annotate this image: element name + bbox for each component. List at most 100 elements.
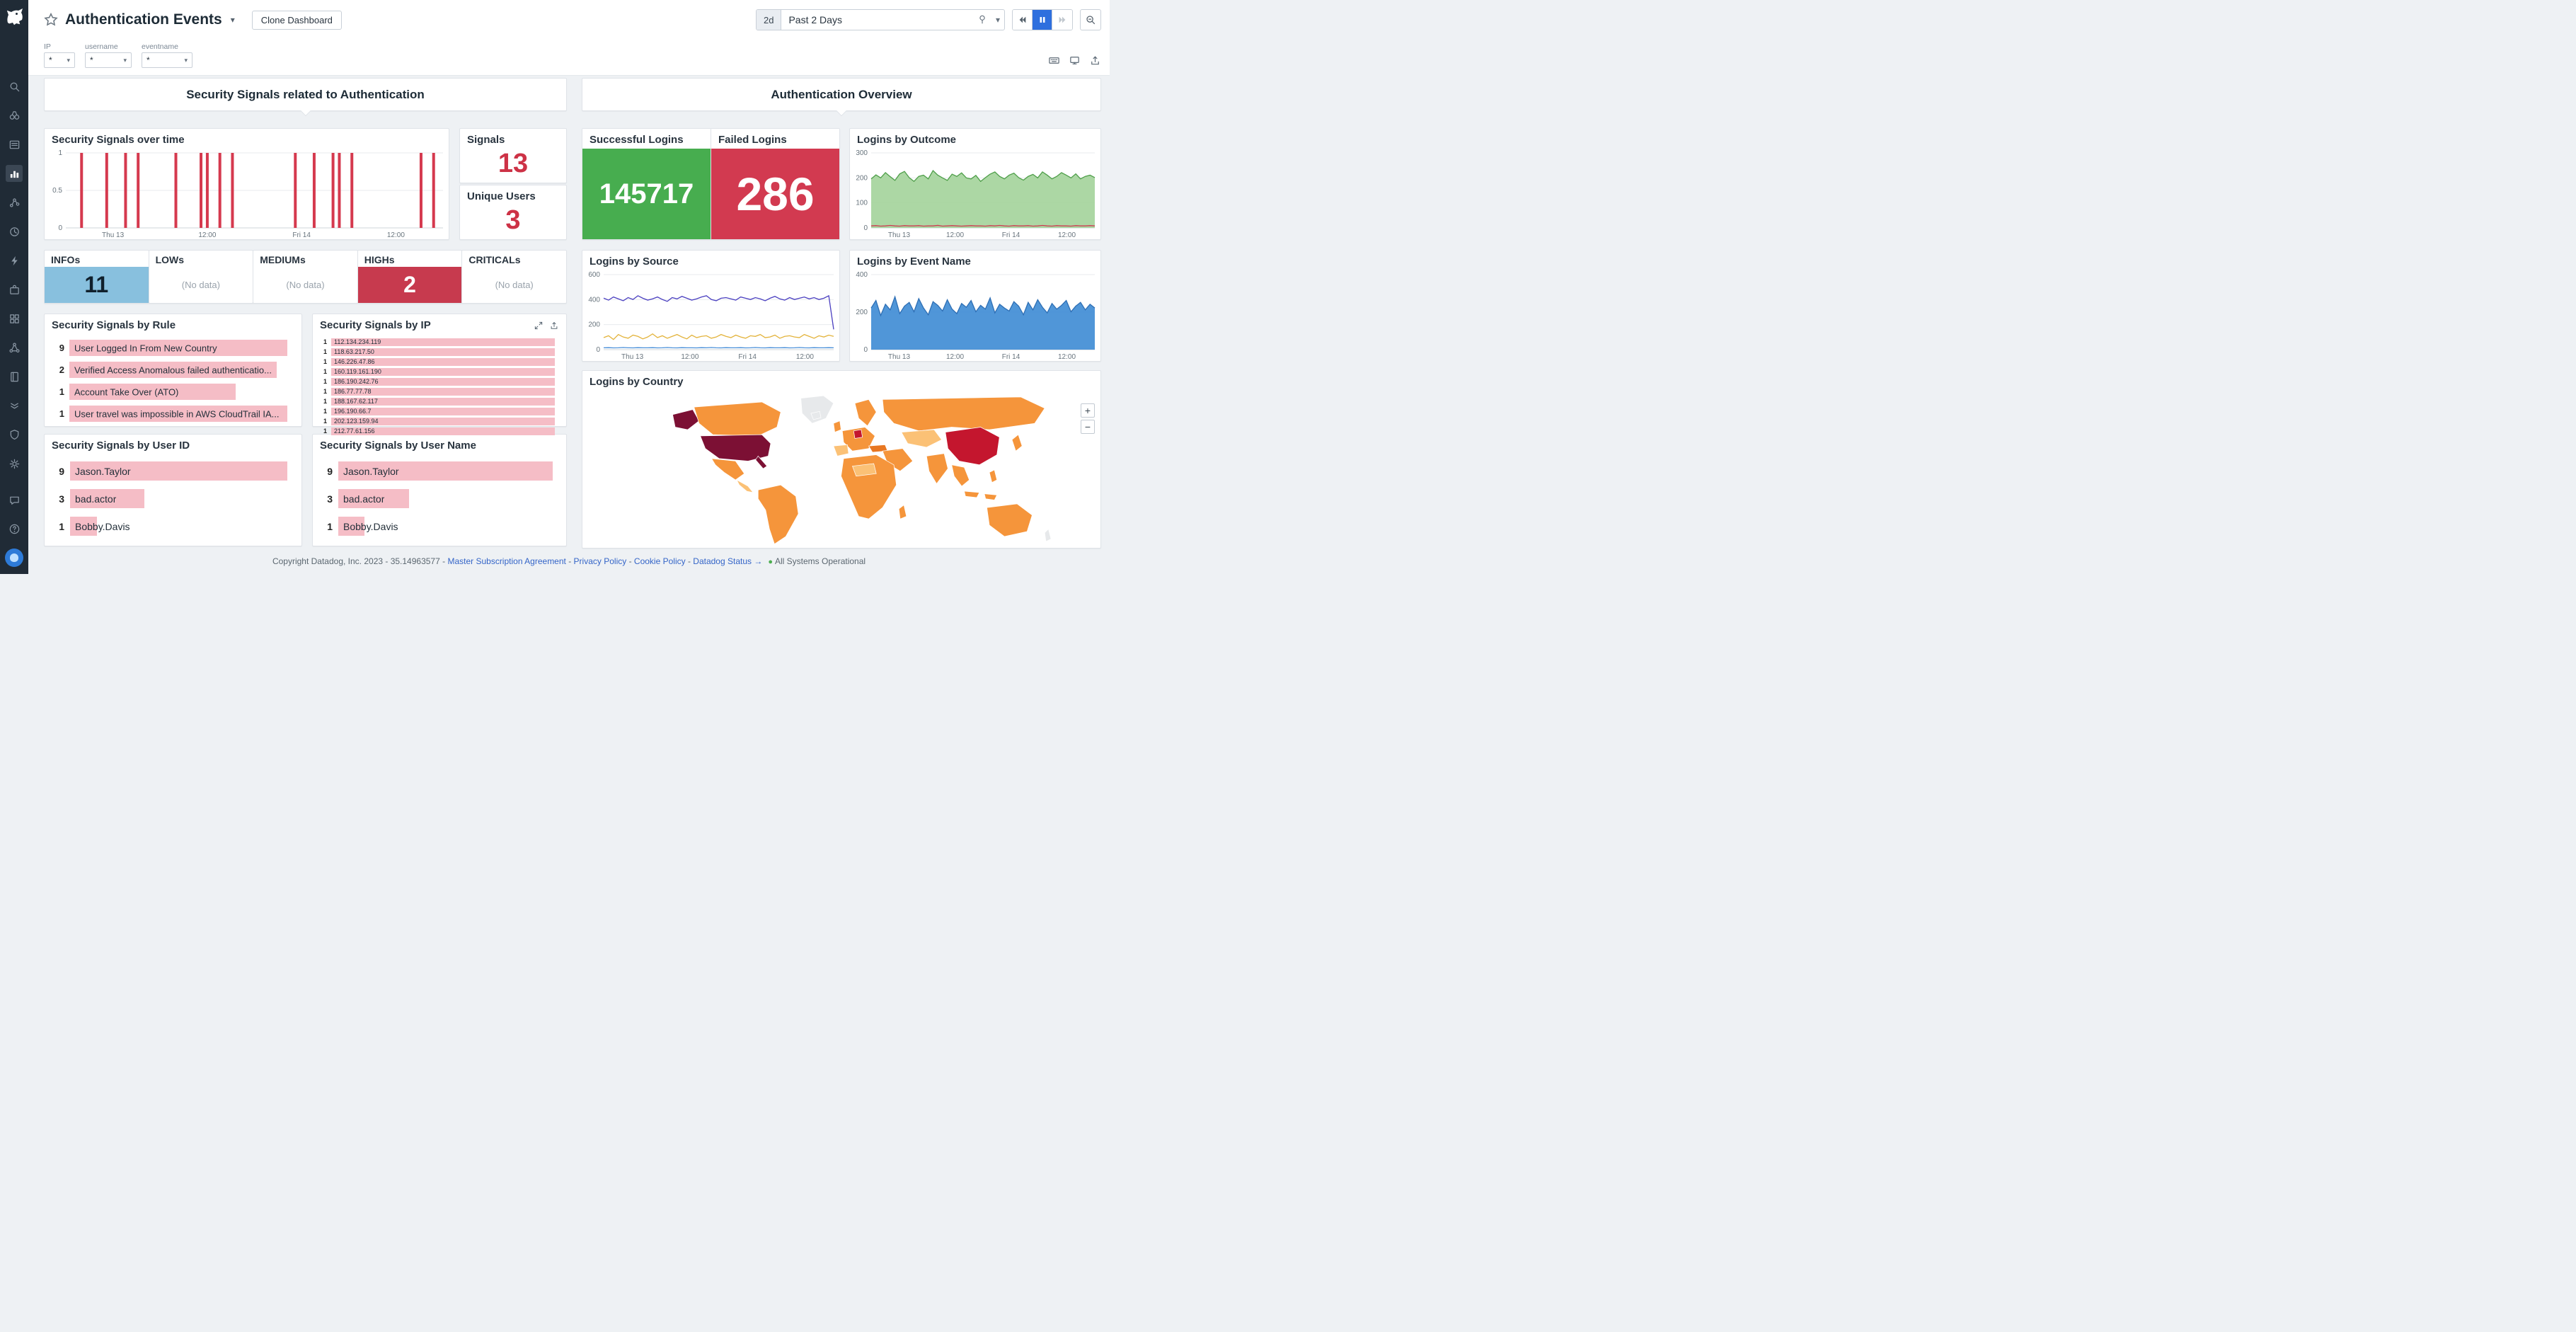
svg-text:200: 200	[588, 321, 600, 329]
tv-mode-icon[interactable]	[1069, 54, 1081, 67]
toplist-row[interactable]: 3bad.actor	[320, 489, 559, 508]
widget-successful-logins: Successful Logins 145717	[582, 128, 711, 240]
time-range-chip[interactable]: 2d	[757, 10, 781, 30]
signals-over-time-chart[interactable]: 00.51Thu 1312:00Fri 1412:00	[45, 149, 449, 239]
ci-icon[interactable]	[6, 397, 23, 414]
pin-timeframe-icon[interactable]	[973, 15, 991, 25]
fullscreen-icon[interactable]	[534, 321, 544, 331]
map-zoom-in-button[interactable]: +	[1081, 403, 1095, 418]
title-chevron-down-icon[interactable]: ▾	[229, 13, 236, 26]
forward-button[interactable]	[1052, 10, 1072, 30]
toplist-row[interactable]: 1Account Take Over (ATO)	[52, 384, 294, 400]
apm-icon[interactable]	[6, 194, 23, 211]
time-range-label[interactable]: Past 2 Days	[781, 14, 973, 25]
favorite-star-icon[interactable]	[44, 13, 58, 27]
country-indonesia-east[interactable]	[984, 494, 997, 500]
toplist-row[interactable]: 1118.63.217.50	[320, 348, 559, 356]
country-mexico[interactable]	[711, 459, 744, 480]
logins-by-outcome-chart[interactable]: 0100200300Thu 1312:00Fri 1412:00	[850, 149, 1100, 239]
footer-link-privacy[interactable]: Privacy Policy	[574, 556, 627, 566]
filter-ip-dropdown[interactable]: * ▾	[44, 52, 75, 68]
toplist-row[interactable]: 2Verified Access Anomalous failed authen…	[52, 362, 294, 378]
filter-ip-value: *	[49, 55, 52, 65]
toplist-row[interactable]: 1202.123.159.94	[320, 418, 559, 425]
footer-link-msa[interactable]: Master Subscription Agreement	[447, 556, 565, 566]
toplist-row[interactable]: 1160.119.161.190	[320, 368, 559, 376]
filter-eventname-dropdown[interactable]: * ▾	[142, 52, 192, 68]
monitors-icon[interactable]	[6, 223, 23, 240]
country-germany[interactable]	[853, 430, 862, 438]
country-china[interactable]	[945, 427, 999, 465]
country-africa-sahel[interactable]	[852, 464, 876, 476]
toplist-row[interactable]: 1186.190.242.76	[320, 378, 559, 386]
toplist-row[interactable]: 1212.77.61.156	[320, 427, 559, 435]
country-spain[interactable]	[833, 444, 848, 456]
country-alaska[interactable]	[672, 410, 698, 430]
network-icon[interactable]	[6, 339, 23, 356]
country-australia[interactable]	[987, 504, 1032, 536]
logs-icon[interactable]	[6, 136, 23, 153]
dashboards-icon[interactable]	[6, 310, 23, 327]
metrics-icon[interactable]	[6, 165, 23, 182]
country-madagascar[interactable]	[899, 505, 907, 519]
world-map[interactable]: + −	[582, 391, 1100, 548]
logins-by-event-name-chart[interactable]: 0200400Thu 1312:00Fri 1412:00	[850, 270, 1100, 361]
toplist-label: bad.actor	[75, 493, 116, 505]
datadog-logo-icon[interactable]	[3, 4, 25, 28]
country-japan[interactable]	[1012, 435, 1022, 451]
logins-by-source-chart[interactable]: 0200400600Thu 1312:00Fri 1412:00	[582, 270, 839, 361]
country-new-zealand[interactable]	[1045, 529, 1051, 541]
time-range-selector[interactable]: 2d Past 2 Days ▾	[756, 9, 1005, 30]
synthetics-icon[interactable]	[6, 252, 23, 269]
footer-link-status[interactable]: Datadog Status →	[693, 556, 762, 566]
search-icon[interactable]	[6, 78, 23, 95]
widget-signals-over-time: Security Signals over time 00.51Thu 1312…	[44, 128, 449, 240]
country-scandinavia[interactable]	[855, 399, 876, 425]
rewind-button[interactable]	[1013, 10, 1033, 30]
watchdog-icon[interactable]	[6, 107, 23, 124]
country-uk[interactable]	[833, 421, 841, 432]
time-range-chevron-down-icon[interactable]: ▾	[991, 15, 1004, 25]
country-se-asia[interactable]	[951, 465, 969, 486]
toplist-row[interactable]: 3bad.actor	[52, 489, 294, 508]
toplist-row[interactable]: 1188.167.62.117	[320, 398, 559, 406]
pause-button[interactable]	[1033, 10, 1052, 30]
country-russia[interactable]	[882, 397, 1045, 431]
country-usa[interactable]	[700, 435, 770, 461]
map-zoom-out-button[interactable]: −	[1081, 420, 1095, 434]
chat-icon[interactable]	[6, 492, 23, 509]
toplist-row[interactable]: 1146.226.47.86	[320, 358, 559, 366]
country-indonesia-west[interactable]	[964, 491, 979, 498]
country-philippines[interactable]	[989, 470, 997, 483]
user-avatar[interactable]	[5, 549, 23, 567]
country-central-america[interactable]	[737, 480, 753, 493]
toplist-row[interactable]: 9Jason.Taylor	[52, 461, 294, 481]
country-canada[interactable]	[694, 402, 781, 436]
settings-icon[interactable]	[6, 455, 23, 472]
country-central-asia[interactable]	[901, 430, 941, 447]
keyboard-shortcuts-icon[interactable]	[1048, 54, 1060, 67]
toplist-row[interactable]: 1186.77.77.78	[320, 388, 559, 396]
footer-link-cookie[interactable]: Cookie Policy	[634, 556, 686, 566]
toplist-row[interactable]: 1Bobby.Davis	[320, 517, 559, 536]
clone-dashboard-button[interactable]: Clone Dashboard	[252, 11, 342, 30]
security-icon[interactable]	[6, 426, 23, 443]
toplist-row[interactable]: 9User Logged In From New Country	[52, 340, 294, 356]
toplist-row[interactable]: 1196.190.66.7	[320, 408, 559, 415]
help-icon[interactable]	[6, 520, 23, 537]
country-greenland[interactable]	[800, 396, 833, 423]
share-icon[interactable]	[1089, 54, 1101, 67]
widget-mediums: MEDIUMs (No data)	[253, 250, 358, 304]
notebooks-icon[interactable]	[6, 368, 23, 385]
integrations-icon[interactable]	[6, 281, 23, 298]
filter-username-dropdown[interactable]: * ▾	[85, 52, 132, 68]
country-south-america[interactable]	[758, 485, 798, 544]
export-icon[interactable]	[549, 321, 559, 331]
toplist-row[interactable]: 1User travel was impossible in AWS Cloud…	[52, 406, 294, 422]
status-dot: ●	[768, 558, 773, 566]
toplist-row[interactable]: 1Bobby.Davis	[52, 517, 294, 536]
toplist-row[interactable]: 1112.134.234.119	[320, 338, 559, 346]
zoom-out-graph-button[interactable]	[1080, 9, 1101, 30]
country-india[interactable]	[926, 454, 948, 484]
toplist-row[interactable]: 9Jason.Taylor	[320, 461, 559, 481]
